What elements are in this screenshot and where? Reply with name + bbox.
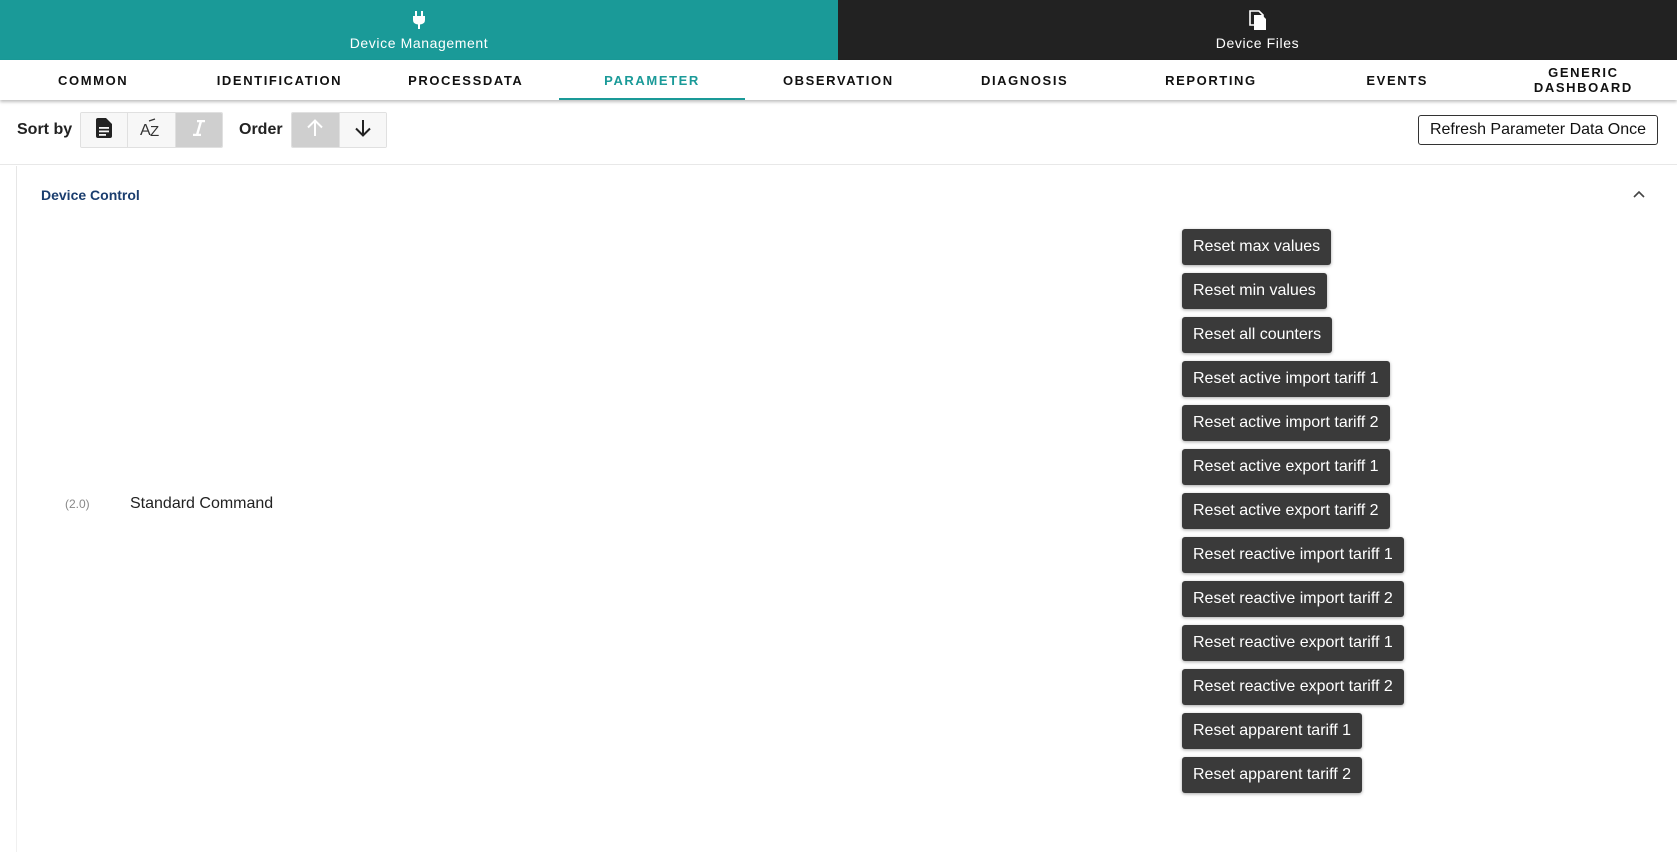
tab-parameter[interactable]: PARAMETER [558, 60, 746, 100]
tab-label: Device Management [349, 35, 489, 51]
order-label: Order [239, 121, 283, 138]
command-button[interactable]: Reset max values [1182, 229, 1332, 265]
command-button[interactable]: Reset reactive export tariff 1 [1182, 625, 1404, 661]
tab-diagnosis[interactable]: DIAGNOSIS [931, 60, 1117, 100]
command-button[interactable]: Reset min values [1182, 273, 1327, 309]
order-ascending-button[interactable] [292, 113, 340, 147]
command-button-list: Reset max values Reset min values Reset … [1182, 229, 1404, 801]
toolbar: Sort by A Z Order Refresh Parameter Data… [0, 100, 1677, 165]
tab-device-management[interactable]: Device Management [0, 0, 838, 60]
italic-icon [192, 119, 206, 141]
order-toggle-group [291, 112, 387, 148]
command-button[interactable]: Reset active import tariff 1 [1182, 361, 1390, 397]
command-button[interactable]: Reset apparent tariff 1 [1182, 713, 1363, 749]
sort-toggle-group: A Z [80, 112, 223, 148]
sort-alpha-icon: A Z [140, 117, 162, 143]
command-button[interactable]: Reset reactive export tariff 2 [1182, 669, 1404, 705]
tab-device-files[interactable]: Device Files [838, 0, 1677, 60]
tab-processdata[interactable]: PROCESSDATA [373, 60, 559, 100]
tab-generic-dashboard[interactable]: GENERIC DASHBOARD [1513, 60, 1653, 100]
order-descending-button[interactable] [339, 113, 386, 147]
section-title[interactable]: Device Control [41, 187, 140, 203]
device-control-section: Device Control (2.0) Standard Command Re… [16, 166, 1677, 810]
nav-tabs: COMMON IDENTIFICATION PROCESSDATA PARAME… [0, 60, 1677, 100]
arrow-up-icon [307, 118, 323, 142]
top-header: Device Management Device Files [0, 0, 1677, 60]
command-button[interactable]: Reset active import tariff 2 [1182, 405, 1390, 441]
divider [16, 810, 17, 852]
sort-alphabetical-button[interactable]: A Z [128, 113, 176, 147]
parameter-index: (2.0) [65, 497, 90, 511]
command-button[interactable]: Reset all counters [1182, 317, 1333, 353]
refresh-parameter-button[interactable]: Refresh Parameter Data Once [1418, 115, 1658, 145]
tab-events[interactable]: EVENTS [1304, 60, 1490, 100]
sort-by-document-button[interactable] [81, 113, 129, 147]
arrow-down-icon [355, 119, 371, 142]
tab-reporting[interactable]: REPORTING [1118, 60, 1304, 100]
command-button[interactable]: Reset reactive import tariff 1 [1182, 537, 1404, 573]
document-icon [96, 117, 113, 143]
chevron-up-icon[interactable] [1631, 186, 1647, 202]
plug-icon [409, 9, 429, 31]
parameter-name: Standard Command [130, 495, 274, 512]
tab-observation[interactable]: OBSERVATION [745, 60, 931, 100]
tab-label: Device Files [1215, 35, 1300, 51]
tab-common[interactable]: COMMON [0, 60, 186, 100]
command-button[interactable]: Reset active export tariff 1 [1182, 449, 1390, 485]
sort-italic-button[interactable] [175, 113, 222, 147]
command-button[interactable]: Reset reactive import tariff 2 [1182, 581, 1404, 617]
svg-text:Z: Z [150, 123, 159, 138]
command-button[interactable]: Reset active export tariff 2 [1182, 493, 1390, 529]
tab-identification[interactable]: IDENTIFICATION [186, 60, 372, 100]
sort-by-label: Sort by [17, 121, 73, 138]
command-button[interactable]: Reset apparent tariff 2 [1182, 757, 1363, 793]
files-icon [1248, 9, 1268, 31]
